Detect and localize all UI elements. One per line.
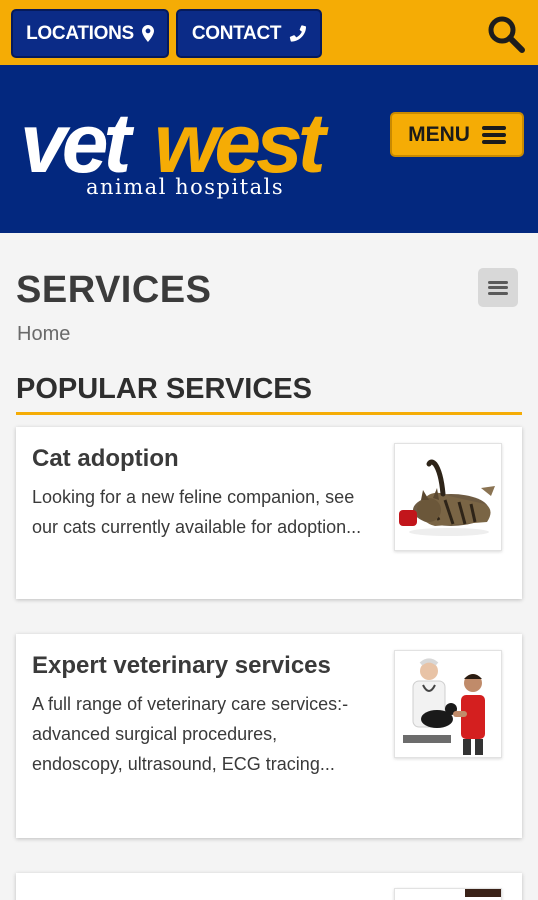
locations-label: LOCATIONS (26, 22, 134, 44)
logo-subtitle: animal hospitals (86, 175, 285, 199)
search-icon[interactable] (486, 14, 526, 54)
vet-illustration (403, 658, 485, 755)
site-header: vet west animal hospitals MENU (0, 65, 538, 233)
cat-photo[interactable] (394, 443, 502, 551)
contact-button[interactable]: CONTACT (176, 9, 322, 58)
vetwest-logo[interactable]: vet west animal hospitals (20, 93, 350, 203)
breadcrumb-home-link[interactable]: Home (17, 323, 70, 346)
service-card-cat-adoption[interactable]: Cat adoption Looking for a new feline co… (16, 427, 522, 599)
cat-illustration (399, 459, 495, 536)
hamburger-icon (481, 125, 506, 144)
service-card-expert-veterinary[interactable]: Expert veterinary services A full range … (16, 634, 522, 838)
card-text: Looking for a new feline companion, see … (32, 487, 362, 537)
menu-button[interactable]: MENU (390, 112, 524, 157)
photo-fragment (465, 889, 501, 897)
card-text: A full range of veterinary care services… (32, 694, 349, 774)
card-title[interactable]: Cat adoption (32, 445, 179, 473)
page-title: SERVICES (16, 269, 212, 311)
main-content: SERVICES Home POPULAR SERVICES Cat adopt… (0, 233, 538, 900)
phone-icon (290, 25, 307, 42)
service-card-partial[interactable] (16, 873, 522, 900)
hamburger-icon (488, 280, 508, 295)
menu-label: MENU (408, 122, 470, 146)
card-title[interactable]: Expert veterinary services (32, 652, 331, 680)
partial-photo[interactable] (394, 888, 502, 900)
top-bar: LOCATIONS CONTACT (0, 0, 538, 65)
sidebar-toggle-button[interactable] (478, 268, 518, 307)
map-pin-icon (141, 25, 154, 42)
locations-button[interactable]: LOCATIONS (11, 9, 169, 58)
section-heading: POPULAR SERVICES (16, 373, 522, 415)
contact-label: CONTACT (191, 22, 282, 44)
vet-with-boy-and-dog-photo[interactable] (394, 650, 502, 758)
